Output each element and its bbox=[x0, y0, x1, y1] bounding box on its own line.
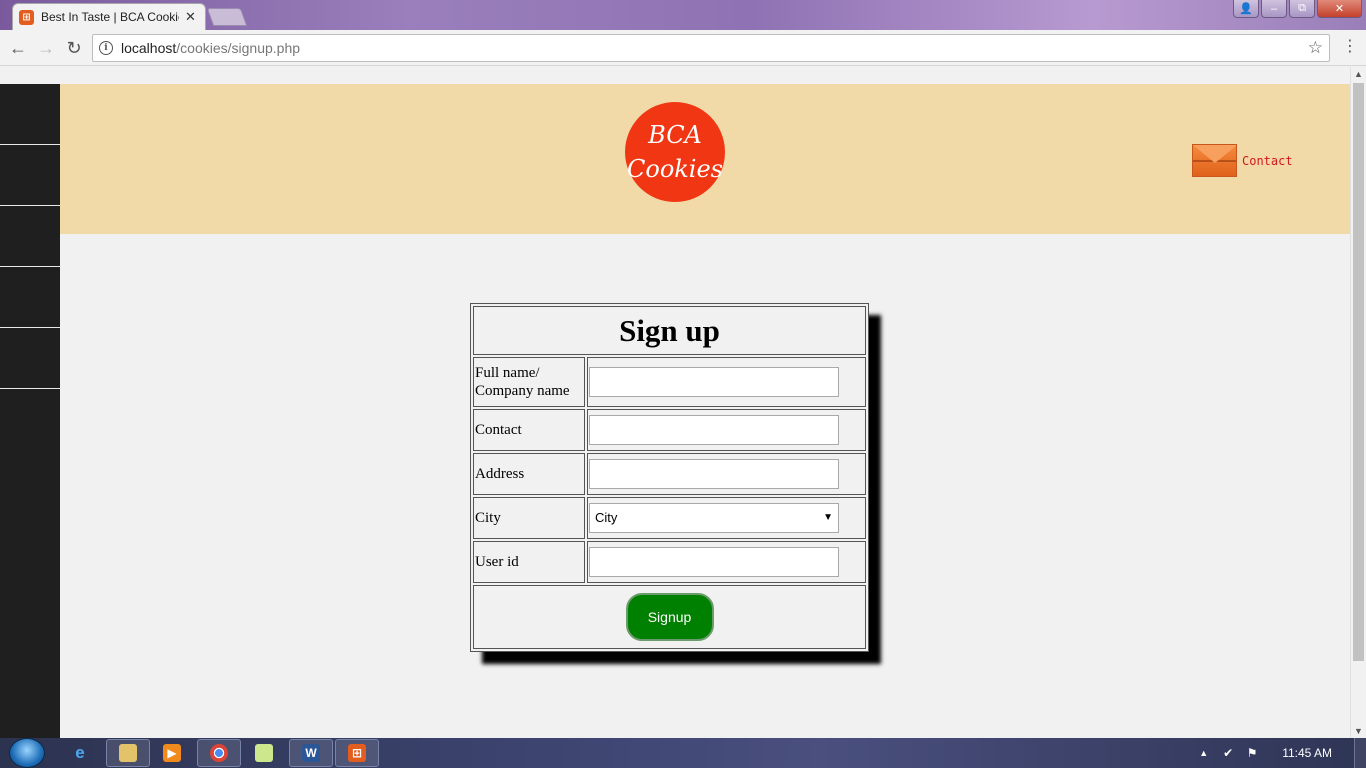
contact-input[interactable] bbox=[589, 414, 839, 445]
city-select[interactable]: City ▼ bbox=[589, 502, 839, 533]
action-center-flag-icon[interactable]: ⚑ bbox=[1244, 745, 1260, 761]
media-player-icon[interactable]: ▶ bbox=[150, 739, 194, 767]
page-viewport: BCA Cookies Contact Sign up Full name/ C… bbox=[0, 67, 1350, 738]
word-icon[interactable]: W bbox=[289, 739, 333, 767]
show-desktop-button[interactable] bbox=[1354, 738, 1366, 768]
reload-icon[interactable]: ↻ bbox=[62, 36, 86, 60]
address-input[interactable] bbox=[589, 458, 839, 489]
forward-arrow-icon[interactable]: → bbox=[34, 36, 58, 60]
scroll-up-arrow-icon[interactable]: ▲ bbox=[1354, 69, 1363, 79]
fullname-label: Full name/ Company name bbox=[473, 357, 585, 407]
restore-button[interactable]: ⧉ bbox=[1289, 0, 1315, 18]
contact-link[interactable]: Contact bbox=[1192, 144, 1293, 177]
network-icon[interactable]: ✔ bbox=[1220, 745, 1236, 761]
logo-line1: BCA bbox=[648, 121, 702, 149]
fullname-input[interactable] bbox=[589, 366, 839, 397]
window-controls: 👤 – ⧉ ✕ bbox=[1233, 0, 1362, 18]
sidebar bbox=[0, 84, 60, 738]
notepad-icon[interactable] bbox=[242, 739, 286, 767]
contact-link-label: Contact bbox=[1242, 153, 1293, 168]
start-button[interactable] bbox=[9, 738, 45, 768]
signup-form: Sign up Full name/ Company name Contact … bbox=[470, 303, 869, 652]
userid-label: User id bbox=[473, 540, 585, 583]
form-title: Sign up bbox=[473, 306, 866, 355]
site-logo[interactable]: BCA Cookies bbox=[625, 102, 725, 202]
close-window-button[interactable]: ✕ bbox=[1317, 0, 1362, 18]
chevron-down-icon: ▼ bbox=[823, 512, 833, 524]
browser-toolbar: ← → ↻ i localhost/cookies/signup.php ☆ ⋮ bbox=[0, 30, 1366, 66]
contact-label: Contact bbox=[473, 408, 585, 451]
sidebar-item[interactable] bbox=[0, 328, 60, 389]
sidebar-item[interactable] bbox=[0, 267, 60, 328]
url-path: /cookies/signup.php bbox=[176, 40, 301, 56]
internet-explorer-icon[interactable]: e bbox=[58, 739, 102, 767]
file-explorer-icon[interactable] bbox=[106, 739, 150, 767]
new-tab-button[interactable] bbox=[206, 8, 248, 26]
chrome-icon[interactable] bbox=[197, 739, 241, 767]
taskbar: e ▶ W ⊞ ▲ ✔ ⚑ 11:45 AM bbox=[0, 738, 1366, 768]
xampp-icon[interactable]: ⊞ bbox=[335, 739, 379, 767]
city-label: City bbox=[473, 496, 585, 539]
userid-input[interactable] bbox=[589, 546, 839, 577]
minimize-button[interactable]: – bbox=[1261, 0, 1287, 18]
logo-line2: Cookies bbox=[627, 155, 723, 183]
signup-button[interactable]: Signup bbox=[625, 593, 714, 641]
url-host: localhost bbox=[121, 40, 177, 56]
address-label: Address bbox=[473, 452, 585, 495]
signup-table: Sign up Full name/ Company name Contact … bbox=[471, 304, 868, 651]
tray-expand-icon[interactable]: ▲ bbox=[1199, 748, 1208, 758]
bookmark-star-icon[interactable]: ☆ bbox=[1308, 38, 1323, 58]
tab-title: Best In Taste | BCA Cookies bbox=[41, 10, 179, 24]
system-tray: ▲ ✔ ⚑ 11:45 AM bbox=[1199, 738, 1366, 768]
sidebar-item[interactable] bbox=[0, 84, 60, 145]
user-profile-icon[interactable]: 👤 bbox=[1233, 0, 1259, 18]
city-select-value: City bbox=[595, 510, 618, 526]
envelope-icon bbox=[1192, 144, 1237, 177]
scroll-thumb[interactable] bbox=[1353, 83, 1364, 661]
site-header: BCA Cookies Contact bbox=[60, 84, 1350, 234]
xampp-favicon-icon: ⊞ bbox=[19, 9, 34, 25]
tab-active[interactable]: ⊞ Best In Taste | BCA Cookies ✕ bbox=[12, 3, 206, 30]
sidebar-item[interactable] bbox=[0, 145, 60, 206]
clock[interactable]: 11:45 AM bbox=[1282, 746, 1332, 760]
tab-close-icon[interactable]: ✕ bbox=[185, 9, 196, 25]
vertical-scrollbar[interactable]: ▲ ▼ bbox=[1350, 67, 1366, 738]
address-bar[interactable]: i localhost/cookies/signup.php ☆ bbox=[92, 34, 1330, 62]
info-icon[interactable]: i bbox=[99, 41, 113, 55]
menu-kebab-icon[interactable]: ⋮ bbox=[1342, 36, 1358, 56]
back-arrow-icon[interactable]: ← bbox=[6, 36, 30, 60]
scroll-down-arrow-icon[interactable]: ▼ bbox=[1354, 726, 1363, 736]
sidebar-item[interactable] bbox=[0, 206, 60, 267]
window-titlebar: ⊞ Best In Taste | BCA Cookies ✕ 👤 – ⧉ ✕ bbox=[0, 0, 1366, 30]
